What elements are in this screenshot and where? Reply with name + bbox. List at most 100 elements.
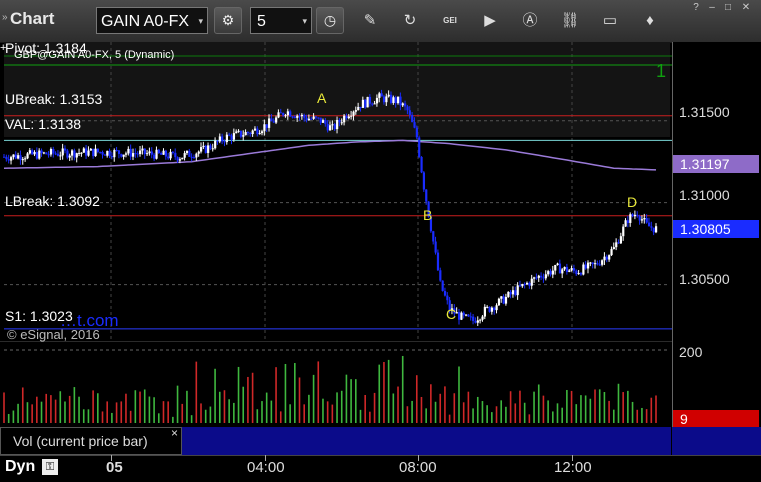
candle-body <box>136 153 139 155</box>
candle-body <box>122 154 125 157</box>
candle-body <box>28 150 31 154</box>
volume-bar <box>78 396 80 423</box>
candle-body <box>563 266 566 270</box>
volume-bar <box>373 392 376 423</box>
maximize-icon[interactable]: □ <box>720 1 736 15</box>
candle-body <box>82 148 85 153</box>
candle-body <box>303 114 306 118</box>
volume-bar <box>641 407 643 423</box>
price-chart[interactable] <box>0 42 672 342</box>
volume-bar <box>645 409 648 423</box>
candle-body <box>629 214 632 223</box>
candle-body <box>615 242 618 248</box>
volume-bar <box>284 363 287 423</box>
candle-body <box>579 273 583 275</box>
volume-bar <box>533 391 535 423</box>
moving-average-line <box>3 139 657 171</box>
app-title: Chart <box>10 9 55 28</box>
candle-body <box>441 280 444 291</box>
link-icon[interactable]: ⛓ <box>558 10 582 32</box>
candle-body <box>443 290 447 296</box>
volume-bar <box>561 407 563 423</box>
candle-body <box>469 316 472 318</box>
help-icon[interactable]: ? <box>688 1 704 15</box>
candle-body <box>404 103 407 107</box>
alert-icon[interactable]: Ⓐ <box>518 10 542 32</box>
volume-bar <box>622 392 624 423</box>
volume-bar <box>556 403 559 423</box>
candle-body <box>75 153 78 158</box>
candle-body <box>143 148 146 155</box>
candle-body <box>204 145 207 153</box>
volume-bar <box>476 396 479 423</box>
candle-body <box>633 214 637 217</box>
candle-body <box>307 118 311 121</box>
time-tick-mark <box>572 455 573 461</box>
candle-body <box>275 117 278 123</box>
volume-bar <box>434 401 437 423</box>
close-icon[interactable]: ✕ <box>738 1 754 15</box>
clock-button[interactable]: ◷ <box>316 7 344 34</box>
candle-body <box>71 150 74 156</box>
candle-body <box>47 154 50 156</box>
symbol-value: GAIN A0-FX <box>101 13 190 30</box>
candle-body <box>246 132 250 134</box>
interval-dropdown[interactable]: 5 ▾ <box>250 7 312 34</box>
candle-body <box>167 156 170 159</box>
candle-body <box>540 275 543 278</box>
candle-body <box>655 226 658 233</box>
volume-bar <box>401 355 404 423</box>
candle-body <box>164 150 168 157</box>
lock-icon[interactable]: ⚿ <box>42 459 58 475</box>
candle-body <box>413 122 416 128</box>
candle-body <box>21 159 24 161</box>
candle-body <box>232 133 236 140</box>
candle-body <box>178 159 182 161</box>
volume-chart[interactable] <box>0 342 672 427</box>
candle-body <box>359 106 362 108</box>
candle-body <box>305 117 308 121</box>
candle-body <box>605 256 608 260</box>
candle-body <box>171 151 175 153</box>
volume-bar <box>101 411 104 423</box>
candle-body <box>481 316 484 320</box>
close-volume-icon[interactable]: × <box>171 426 178 440</box>
candle-body <box>418 137 421 157</box>
expand-chevrons-icon[interactable]: » <box>2 12 8 23</box>
candle-body <box>293 116 297 118</box>
candle-body <box>523 283 526 285</box>
copyright-text: © eSignal, 2016 <box>7 327 100 342</box>
minimize-icon[interactable]: – <box>704 1 720 15</box>
play-icon[interactable]: ▶ <box>478 10 502 32</box>
candle-body <box>134 153 137 155</box>
chevron-down-icon: ▾ <box>302 16 307 26</box>
candle-body <box>230 135 233 140</box>
volume-bar <box>294 363 296 423</box>
candle-body <box>591 262 594 265</box>
volume-bar <box>566 389 568 423</box>
volume-bar <box>289 404 291 423</box>
comment-icon[interactable]: ▭ <box>598 10 622 32</box>
pencil-icon[interactable]: ✎ <box>358 10 382 32</box>
candle-body <box>612 247 615 250</box>
volume-bar <box>453 393 456 423</box>
volume-bar <box>73 387 76 423</box>
refresh-icon[interactable]: ↻ <box>398 10 422 32</box>
gei-icon[interactable]: GEI <box>438 10 462 32</box>
settings-gear-button[interactable]: ⚙ <box>214 7 242 34</box>
volume-bar <box>59 391 62 423</box>
candle-body <box>378 93 381 98</box>
symbol-dropdown[interactable]: GAIN A0-FX ▾ <box>96 7 208 34</box>
candle-body <box>157 149 160 154</box>
candle-body <box>49 148 53 155</box>
candle-body <box>392 97 395 103</box>
volume-bar <box>82 409 85 423</box>
candle-body <box>277 112 280 118</box>
time-tick-mark <box>265 455 266 461</box>
candle-body <box>200 147 203 152</box>
volume-bar <box>54 399 57 423</box>
twitter-icon[interactable]: ♦ <box>638 10 662 32</box>
candle-body <box>282 113 285 116</box>
candle-body <box>486 306 489 308</box>
candle-body <box>467 314 470 317</box>
